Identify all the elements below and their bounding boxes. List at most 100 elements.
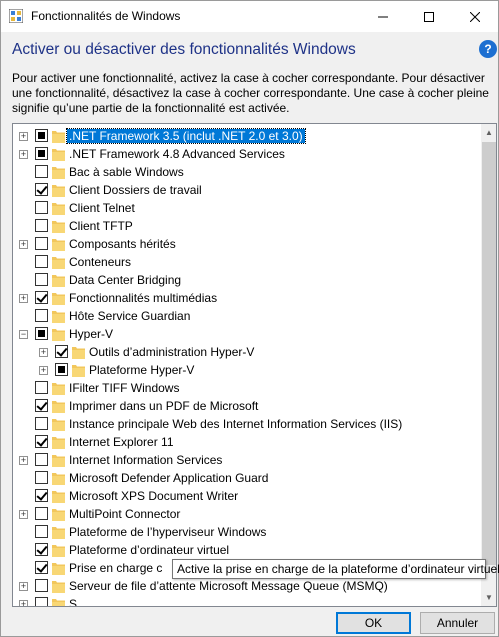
feature-row[interactable]: Client Telnet bbox=[13, 199, 481, 217]
feature-row[interactable]: Plateforme de l’hyperviseur Windows bbox=[13, 523, 481, 541]
feature-label: Plateforme Hyper-V bbox=[89, 363, 195, 377]
feature-row[interactable]: Data Center Bridging bbox=[13, 271, 481, 289]
feature-row[interactable]: + Serveur de file d’attente Microsoft Mes… bbox=[13, 577, 481, 595]
feature-row[interactable]: Bac à sable Windows bbox=[13, 163, 481, 181]
folder-icon bbox=[52, 419, 65, 431]
folder-icon bbox=[52, 545, 65, 557]
expand-icon[interactable]: + bbox=[39, 366, 48, 375]
scroll-up-arrow-icon[interactable]: ▲ bbox=[481, 124, 496, 141]
expand-icon[interactable]: + bbox=[19, 582, 28, 591]
scroll-down-arrow-icon[interactable]: ▼ bbox=[481, 589, 496, 606]
vertical-scrollbar[interactable]: ▲ ▼ bbox=[481, 124, 496, 606]
feature-checkbox[interactable] bbox=[35, 201, 48, 214]
feature-checkbox[interactable] bbox=[35, 561, 48, 574]
feature-row[interactable]: + Fonctionnalités multimédias bbox=[13, 289, 481, 307]
page-heading: Activer ou désactiver des fonctionnalité… bbox=[12, 41, 356, 58]
feature-row[interactable]: Plateforme d’ordinateur virtuel bbox=[13, 541, 481, 559]
windows-features-dialog: Fonctionnalités de Windows Activer ou dé… bbox=[0, 0, 499, 637]
expand-icon[interactable]: + bbox=[19, 150, 28, 159]
folder-icon bbox=[52, 599, 65, 606]
expand-icon[interactable]: + bbox=[19, 240, 28, 249]
feature-row[interactable]: Instance principale Web des Internet Inf… bbox=[13, 415, 481, 433]
feature-row[interactable]: + Outils d’administration Hyper-V bbox=[13, 343, 481, 361]
feature-label: Internet Information Services bbox=[69, 453, 223, 467]
expand-icon[interactable]: + bbox=[19, 456, 28, 465]
feature-checkbox[interactable] bbox=[35, 579, 48, 592]
folder-icon bbox=[72, 365, 85, 377]
windows-features-icon bbox=[9, 9, 23, 23]
feature-label: Microsoft Defender Application Guard bbox=[69, 471, 269, 485]
feature-label: Imprimer dans un PDF de Microsoft bbox=[69, 399, 259, 413]
feature-checkbox[interactable] bbox=[35, 381, 48, 394]
feature-label: Outils d’administration Hyper-V bbox=[89, 345, 255, 359]
feature-row[interactable]: + Composants hérités bbox=[13, 235, 481, 253]
folder-icon bbox=[52, 401, 65, 413]
folder-icon bbox=[52, 275, 65, 287]
feature-checkbox[interactable] bbox=[35, 165, 48, 178]
feature-row[interactable]: + .NET Framework 4.8 Advanced Services bbox=[13, 145, 481, 163]
feature-checkbox[interactable] bbox=[35, 147, 48, 160]
feature-row[interactable]: + S bbox=[13, 595, 481, 606]
feature-row[interactable]: Client TFTP bbox=[13, 217, 481, 235]
feature-checkbox[interactable] bbox=[35, 327, 48, 340]
feature-checkbox[interactable] bbox=[35, 543, 48, 556]
features-tree[interactable]: ▲ ▼ + .NET Framework 3.5 (inclut .NET 2.0… bbox=[12, 123, 497, 607]
feature-row[interactable]: Hôte Service Guardian bbox=[13, 307, 481, 325]
feature-checkbox[interactable] bbox=[35, 489, 48, 502]
folder-icon bbox=[52, 473, 65, 485]
instructions-text: Pour activer une fonctionnalité, activez… bbox=[12, 71, 489, 115]
minimize-button[interactable] bbox=[360, 1, 406, 32]
feature-checkbox[interactable] bbox=[35, 255, 48, 268]
expand-icon[interactable]: + bbox=[19, 600, 28, 606]
feature-row[interactable]: Microsoft Defender Application Guard bbox=[13, 469, 481, 487]
feature-checkbox[interactable] bbox=[35, 507, 48, 520]
feature-checkbox[interactable] bbox=[55, 363, 68, 376]
feature-label: Plateforme d’ordinateur virtuel bbox=[69, 543, 230, 557]
feature-label: Hôte Service Guardian bbox=[69, 309, 191, 323]
feature-checkbox[interactable] bbox=[35, 237, 48, 250]
feature-row[interactable]: Imprimer dans un PDF de Microsoft bbox=[13, 397, 481, 415]
feature-checkbox[interactable] bbox=[35, 453, 48, 466]
feature-row[interactable]: + Internet Information Services bbox=[13, 451, 481, 469]
feature-row[interactable]: Conteneurs bbox=[13, 253, 481, 271]
folder-icon bbox=[52, 131, 65, 143]
feature-label: Client Telnet bbox=[69, 201, 135, 215]
feature-checkbox[interactable] bbox=[35, 309, 48, 322]
feature-checkbox[interactable] bbox=[35, 219, 48, 232]
expand-icon[interactable]: + bbox=[19, 510, 28, 519]
feature-row[interactable]: + MultiPoint Connector bbox=[13, 505, 481, 523]
feature-row[interactable]: Microsoft XPS Document Writer bbox=[13, 487, 481, 505]
feature-checkbox[interactable] bbox=[35, 435, 48, 448]
feature-row[interactable]: + .NET Framework 3.5 (inclut .NET 2.0 et … bbox=[13, 127, 481, 145]
feature-checkbox[interactable] bbox=[35, 273, 48, 286]
feature-checkbox[interactable] bbox=[35, 291, 48, 304]
feature-label: Conteneurs bbox=[69, 255, 132, 269]
feature-checkbox[interactable] bbox=[35, 129, 48, 142]
feature-row[interactable]: IFilter TIFF Windows bbox=[13, 379, 481, 397]
expand-icon[interactable]: + bbox=[39, 348, 48, 357]
feature-checkbox[interactable] bbox=[55, 345, 68, 358]
feature-row[interactable]: Client Dossiers de travail bbox=[13, 181, 481, 199]
feature-checkbox[interactable] bbox=[35, 399, 48, 412]
feature-checkbox[interactable] bbox=[35, 417, 48, 430]
window-title: Fonctionnalités de Windows bbox=[31, 9, 181, 23]
feature-checkbox[interactable] bbox=[35, 471, 48, 484]
feature-checkbox[interactable] bbox=[35, 183, 48, 196]
maximize-button[interactable] bbox=[406, 1, 452, 32]
cancel-button[interactable]: Annuler bbox=[420, 612, 495, 634]
folder-icon bbox=[52, 239, 65, 251]
feature-row[interactable]: + Plateforme Hyper-V bbox=[13, 361, 481, 379]
feature-row[interactable]: Internet Explorer 11 bbox=[13, 433, 481, 451]
scrollbar-thumb[interactable] bbox=[482, 142, 496, 565]
feature-row[interactable]: − Hyper-V bbox=[13, 325, 481, 343]
feature-checkbox[interactable] bbox=[35, 525, 48, 538]
help-icon[interactable]: ? bbox=[479, 40, 497, 58]
feature-label: Hyper-V bbox=[69, 327, 114, 341]
close-button[interactable] bbox=[452, 1, 498, 32]
expand-icon[interactable]: + bbox=[19, 294, 28, 303]
expand-icon[interactable]: + bbox=[19, 132, 28, 141]
ok-button[interactable]: OK bbox=[336, 612, 411, 634]
feature-checkbox[interactable] bbox=[35, 597, 48, 606]
collapse-icon[interactable]: − bbox=[19, 330, 28, 339]
feature-label: MultiPoint Connector bbox=[69, 507, 181, 521]
